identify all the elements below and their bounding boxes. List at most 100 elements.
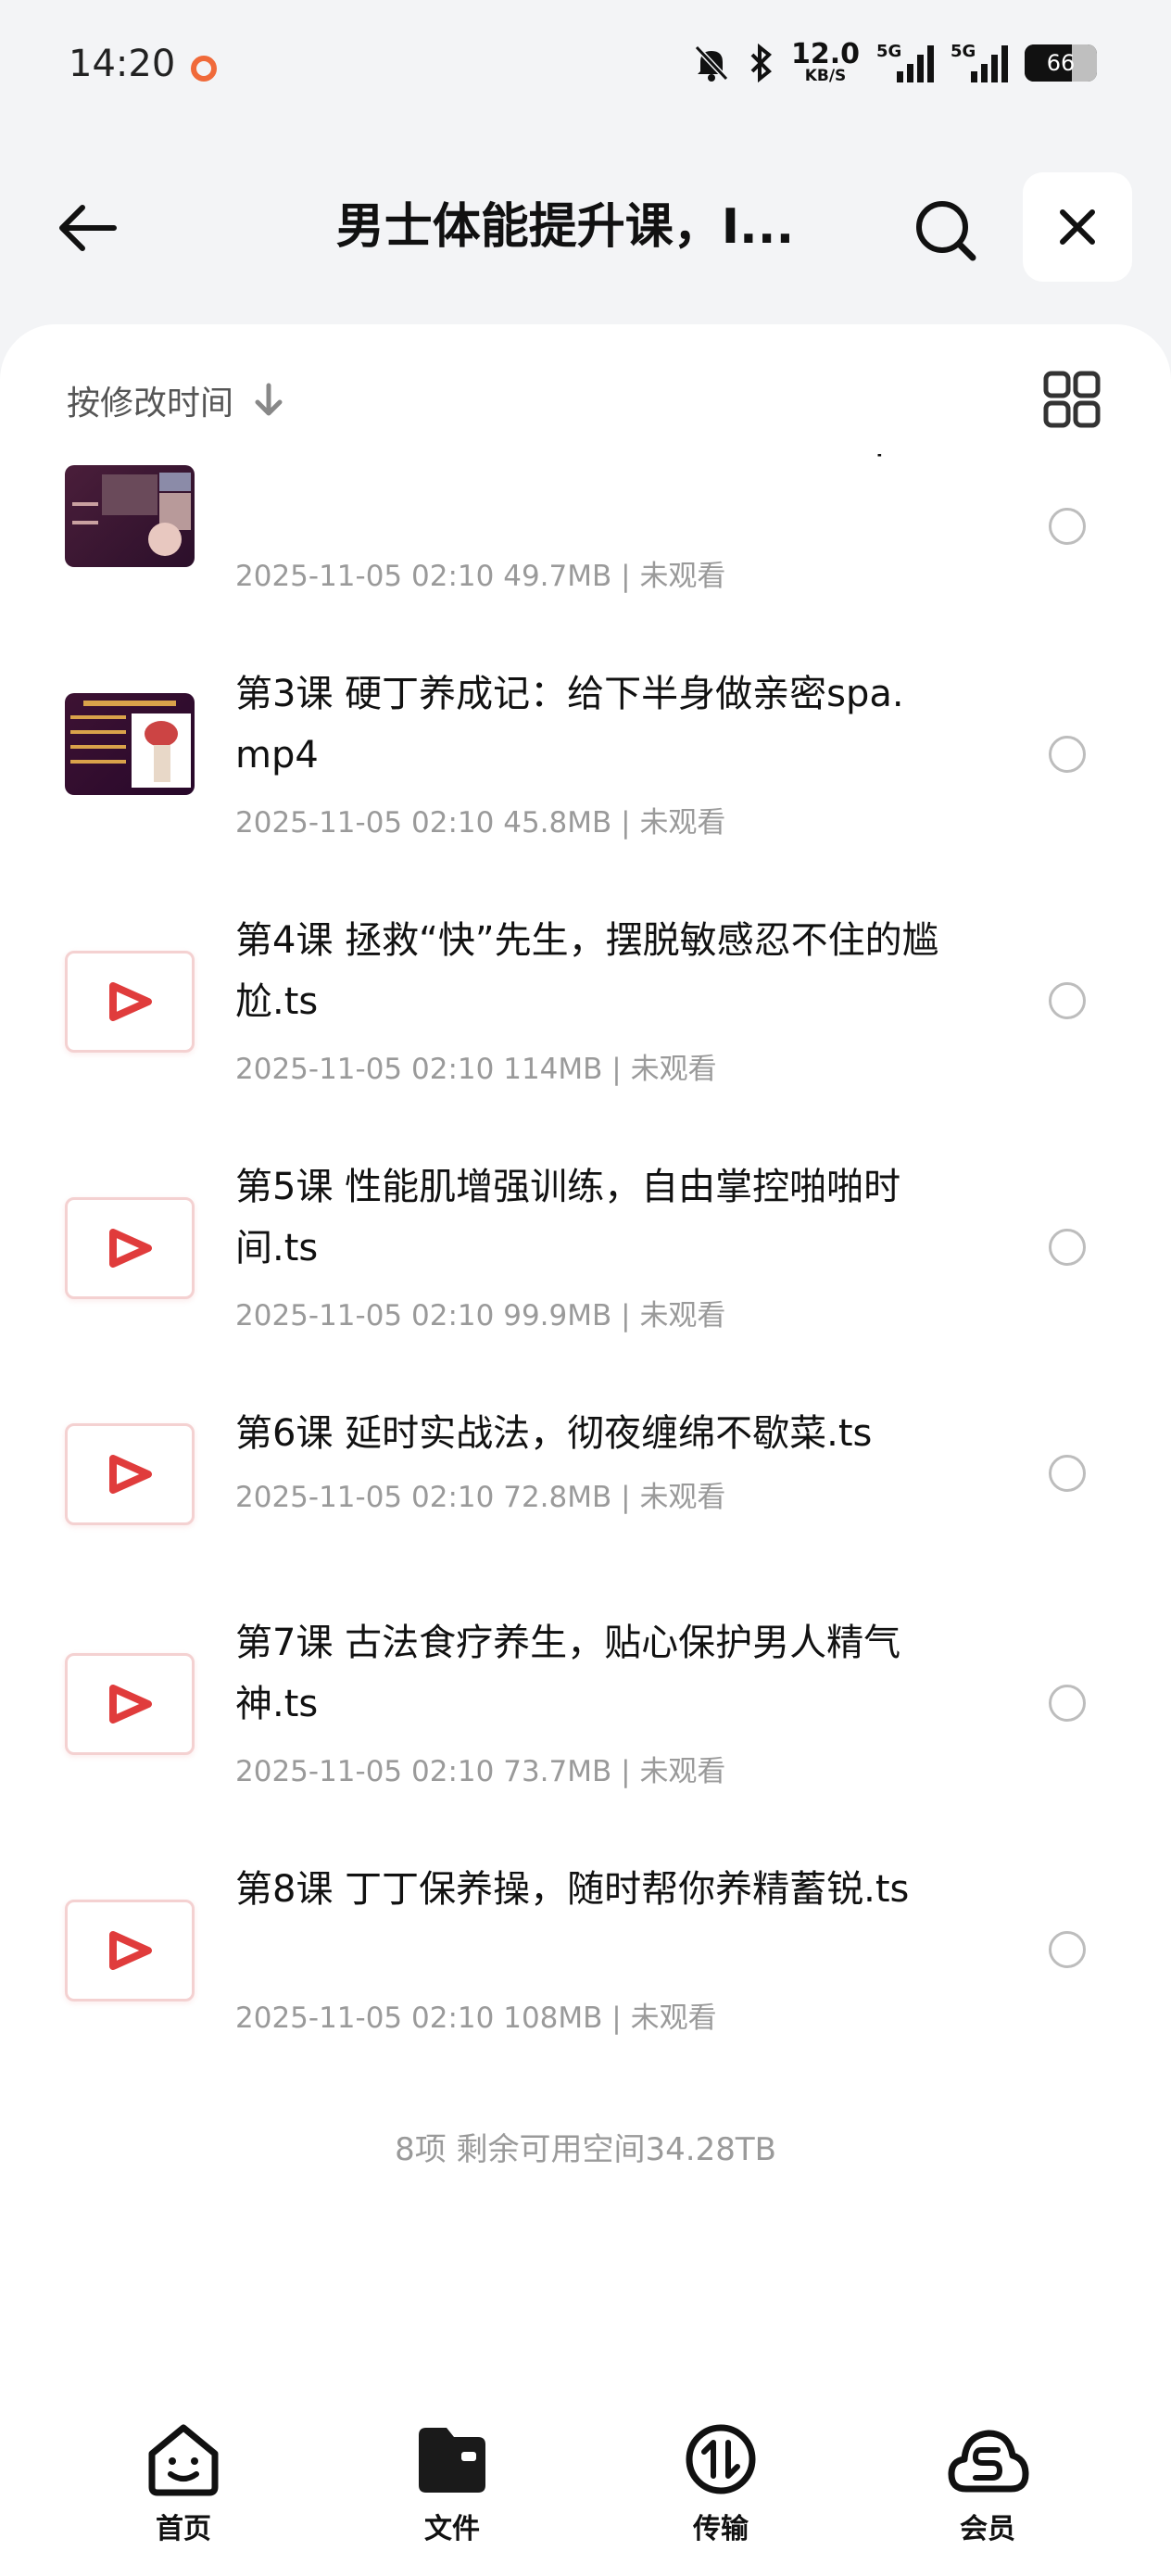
bluetooth-icon — [750, 43, 772, 82]
file-meta: 2025-11-05 02:10 99.9MB | 未观看 — [235, 1299, 726, 1332]
file-meta: 2025-11-05 02:10 108MB | 未观看 — [235, 2001, 717, 2035]
file-meta: 2025-11-05 02:10 49.7MB | 未观看 — [235, 560, 726, 593]
signal-5g-2-icon: 5G — [951, 41, 1008, 82]
mute-bell-icon — [694, 44, 729, 82]
file-item[interactable]: 第5课 性能肌增强训练，自由掌控啪啪时间.ts 2025-11-05 02:10… — [0, 1119, 1171, 1366]
video-play-icon — [109, 1685, 152, 1724]
file-date: 2025-11-05 02:10 — [235, 560, 495, 593]
file-meta: 2025-11-05 02:10 73.7MB | 未观看 — [235, 1755, 726, 1788]
file-status: 未观看 — [639, 1755, 726, 1788]
file-size: 108MB — [503, 2001, 603, 2035]
recording-indicator-icon — [191, 56, 217, 82]
file-thumbnail-image — [65, 693, 195, 795]
select-radio[interactable] — [1049, 1455, 1086, 1492]
file-status: 未观看 — [630, 2001, 717, 2035]
folder-icon — [419, 2428, 485, 2493]
bottom-nav: 首页 文件 传输 会员 — [0, 2400, 1171, 2576]
file-item[interactable]: 第7课 古法食疗养生，贴心保护男人精气神.ts 2025-11-05 02:10… — [0, 1573, 1171, 1820]
nav-vip[interactable]: 会员 — [923, 2422, 1052, 2546]
file-list: 第2课 摆脱勃起不坚，打造持久硬汉.mp4 2025-11-05 02:10 4… — [0, 454, 1171, 2242]
nav-label: 传输 — [693, 2513, 749, 2545]
file-date: 2025-11-05 02:10 — [235, 1481, 495, 1514]
select-radio[interactable] — [1049, 1931, 1086, 1968]
page-title: 男士体能提升课，I... — [335, 199, 795, 255]
signal-label: 5G — [951, 41, 976, 61]
file-status: 未观看 — [639, 560, 726, 593]
home-face-icon — [148, 2424, 219, 2496]
nav-files[interactable]: 文件 — [387, 2422, 517, 2546]
file-name: 第5课 性能肌增强训练，自由掌控啪啪时间.ts — [235, 1166, 901, 1269]
nav-label: 会员 — [960, 2513, 1015, 2545]
signal-label: 5G — [876, 41, 902, 61]
file-thumbnail-video — [65, 1423, 195, 1525]
file-name: 第7课 古法食疗养生，贴心保护男人精气神.ts — [235, 1622, 901, 1725]
file-date: 2025-11-05 02:10 — [235, 806, 495, 840]
nav-home[interactable]: 首页 — [119, 2422, 248, 2546]
file-thumbnail-video — [65, 1900, 195, 2001]
search-button[interactable] — [908, 193, 982, 267]
status-time: 14:20 — [69, 43, 176, 85]
file-size: 45.8MB — [503, 806, 612, 840]
video-play-icon — [109, 1931, 152, 1970]
battery-icon: 66 — [1025, 44, 1097, 82]
file-status: 未观看 — [639, 1299, 726, 1332]
signal-5g-1-icon: 5G — [876, 41, 934, 82]
file-item[interactable]: 第6课 延时实战法，彻夜缠绵不歇菜.ts 2025-11-05 02:10 72… — [0, 1366, 1171, 1573]
video-play-icon — [109, 1229, 152, 1268]
file-size: 72.8MB — [503, 1481, 612, 1514]
file-size: 114MB — [503, 1053, 603, 1086]
file-panel: 按修改时间 第2课 摆脱勃起不坚，打造持久硬汉.mp4 — [0, 324, 1171, 2576]
back-arrow-icon — [59, 205, 117, 251]
sort-label: 按修改时间 — [67, 385, 234, 423]
file-name: 第8课 丁丁保养操，随时帮你养精蓄锐.ts — [235, 1868, 910, 1911]
video-play-icon — [109, 1455, 152, 1494]
sort-selector[interactable]: 按修改时间 — [67, 376, 285, 424]
file-thumbnail-video — [65, 1653, 195, 1755]
file-date: 2025-11-05 02:10 — [235, 1299, 495, 1332]
grid-view-icon[interactable] — [1043, 371, 1101, 428]
storage-summary: 8项 剩余可用空间34.28TB — [395, 2131, 776, 2168]
status-bar: 14:20 12.0 KB/S 5G 5G 66 — [0, 0, 1171, 139]
file-thumbnail-image — [65, 465, 195, 567]
file-thumbnail-video — [65, 1197, 195, 1299]
file-thumbnail-video — [65, 951, 195, 1053]
file-item[interactable]: 第8课 丁丁保养操，随时帮你养精蓄锐.ts 2025-11-05 02:10 1… — [0, 1820, 1171, 2066]
file-status: 未观看 — [639, 806, 726, 840]
file-item[interactable]: 第2课 摆脱勃起不坚，打造持久硬汉.mp4 2025-11-05 02:10 4… — [0, 454, 1171, 626]
file-meta: 2025-11-05 02:10 45.8MB | 未观看 — [235, 806, 726, 840]
file-size: 99.9MB — [503, 1299, 612, 1332]
file-name: 第4课 拯救“快”先生，摆脱敏感忍不住的尴尬.ts — [235, 919, 939, 1023]
select-radio[interactable] — [1049, 982, 1086, 1019]
select-radio[interactable] — [1049, 1229, 1086, 1266]
file-date: 2025-11-05 02:10 — [235, 2001, 495, 2035]
network-speed-value: 12.0 — [790, 38, 860, 70]
close-button[interactable] — [1023, 172, 1132, 282]
vip-cloud-icon — [948, 2430, 1029, 2493]
file-name: 第2课 摆脱勃起不坚，打造持久硬汉.mp4 — [235, 454, 939, 467]
file-meta: 2025-11-05 02:10 72.8MB | 未观看 — [235, 1481, 726, 1514]
file-date: 2025-11-05 02:10 — [235, 1053, 495, 1086]
header: 男士体能提升课，I... — [0, 167, 1171, 287]
file-item[interactable]: 第4课 拯救“快”先生，摆脱敏感忍不住的尴尬.ts 2025-11-05 02:… — [0, 873, 1171, 1119]
nav-transfer[interactable]: 传输 — [656, 2422, 786, 2546]
transfer-icon — [686, 2424, 756, 2494]
file-status: 未观看 — [630, 1053, 717, 1086]
file-item[interactable]: 第3课 硬丁养成记：给下半身做亲密spa.mp4 2025-11-05 02:1… — [0, 626, 1171, 873]
file-size: 73.7MB — [503, 1755, 612, 1788]
select-radio[interactable] — [1049, 508, 1086, 545]
select-radio[interactable] — [1049, 736, 1086, 773]
file-name: 第3课 硬丁养成记：给下半身做亲密spa.mp4 — [235, 673, 904, 777]
nav-label: 首页 — [156, 2513, 211, 2545]
video-play-icon — [109, 982, 152, 1021]
nav-label: 文件 — [424, 2513, 480, 2545]
file-name: 第6课 延时实战法，彻夜缠绵不歇菜.ts — [235, 1412, 873, 1455]
back-button[interactable] — [52, 193, 122, 263]
file-meta: 2025-11-05 02:10 114MB | 未观看 — [235, 1053, 717, 1086]
search-icon — [916, 201, 976, 261]
battery-level: 66 — [1046, 49, 1076, 76]
close-icon — [1060, 209, 1095, 245]
file-size: 49.7MB — [503, 560, 612, 593]
status-icons: 12.0 KB/S 5G 5G 66 — [693, 41, 1097, 84]
select-radio[interactable] — [1049, 1685, 1086, 1722]
sort-down-arrow-icon — [255, 383, 283, 416]
